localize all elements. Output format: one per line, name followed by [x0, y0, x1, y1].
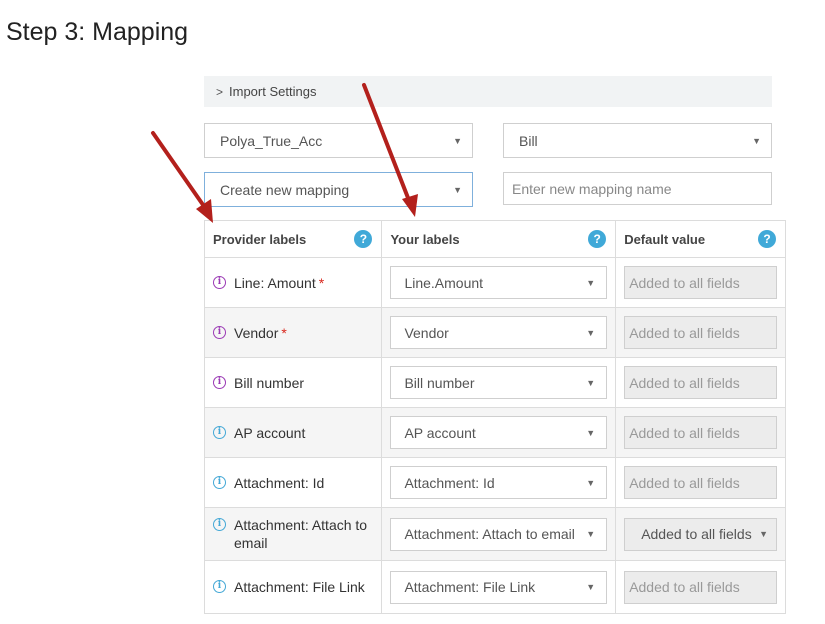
default-value-text: Added to all fields — [641, 526, 752, 542]
info-circle-icon[interactable]: i — [213, 275, 226, 289]
table-row: i Attachment: Id Attachment: Id ▼ Added to… — [203, 457, 786, 508]
caret-down-icon: ▼ — [582, 529, 596, 539]
your-label-value: Vendor — [404, 324, 449, 341]
mapping-select-value: Create new mapping — [220, 181, 350, 198]
header-provider-text: Provider labels — [213, 231, 307, 247]
header-provider-labels: Provider labels ? — [203, 220, 383, 258]
table-row: i AP account AP account ▼ Added to all fie… — [203, 407, 786, 458]
import-settings-toggle[interactable]: > Import Settings — [204, 76, 772, 107]
caret-down-icon: ▼ — [755, 529, 768, 539]
caret-down-icon: ▼ — [582, 582, 596, 592]
caret-down-icon: ▼ — [582, 327, 596, 338]
info-circle-icon[interactable]: i — [213, 375, 226, 389]
annotation-arrow-left — [151, 131, 210, 214]
caret-down-icon: ▼ — [582, 277, 596, 288]
table-row: i Attachment: File Link Attachment: File … — [203, 560, 786, 614]
question-circle-icon[interactable]: ? — [758, 230, 776, 248]
provider-label: Attachment: Attach to email — [234, 517, 368, 551]
caret-down-icon: ▼ — [582, 427, 596, 438]
table-row: i Bill number Bill number ▼ Added to all f… — [203, 357, 786, 408]
your-label-select[interactable]: Attachment: Id ▼ — [390, 466, 608, 499]
provider-label: Vendor — [234, 324, 279, 341]
caret-down-icon: ▼ — [453, 184, 462, 195]
required-marker: * — [318, 274, 325, 291]
entity-select-value: Bill — [519, 132, 538, 149]
provider-label: Bill number — [234, 374, 305, 391]
question-circle-icon[interactable]: ? — [354, 230, 373, 248]
table-row: i Attachment: Attach to email Attachment:… — [203, 507, 786, 561]
mapping-name-input[interactable] — [503, 172, 772, 205]
provider-label: Attachment: Id — [234, 474, 325, 491]
your-label-value: AP account — [404, 424, 476, 441]
caret-down-icon: ▼ — [582, 377, 596, 388]
default-value-field[interactable]: Added to all fields — [624, 570, 777, 604]
header-your-labels: Your labels ? — [381, 220, 617, 258]
provider-label: AP account — [234, 424, 306, 441]
provider-label: Attachment: File Link — [234, 579, 365, 595]
header-default-text: Default value — [624, 231, 706, 247]
table-row: i Line: Amount * Line.Amount ▼ Added to all… — [203, 257, 786, 308]
info-circle-icon[interactable]: i — [213, 325, 226, 339]
info-circle-icon[interactable]: i — [213, 425, 226, 439]
your-label-select[interactable]: Vendor ▼ — [390, 316, 608, 349]
info-circle-icon[interactable]: i — [213, 518, 226, 531]
your-label-value: Line.Amount — [404, 274, 484, 291]
default-value-field[interactable]: Added to all fields — [624, 316, 777, 349]
mapping-table: Provider labels ? Your labels ? Default … — [203, 220, 786, 614]
info-circle-icon[interactable]: i — [213, 580, 226, 593]
your-label-value: Attachment: File Link — [404, 579, 536, 595]
info-circle-icon[interactable]: i — [213, 475, 226, 489]
default-value-field[interactable]: Added to all fields — [624, 266, 777, 299]
chevron-right-icon: > — [216, 84, 224, 99]
caret-down-icon: ▼ — [582, 477, 596, 488]
your-label-value: Attachment: Id — [404, 474, 495, 491]
caret-down-icon: ▼ — [453, 135, 462, 146]
default-value-select[interactable]: Added to all fields ▼ — [624, 517, 777, 551]
your-label-select[interactable]: Attachment: Attach to email ▼ — [390, 517, 608, 551]
account-select-value: Polya_True_Acc — [220, 132, 323, 149]
header-default-value: Default value ? — [615, 220, 786, 258]
default-value-field[interactable]: Added to all fields — [624, 416, 777, 449]
your-label-select[interactable]: Bill number ▼ — [390, 366, 608, 399]
header-yours-text: Your labels — [390, 231, 460, 247]
import-settings-label: Import Settings — [229, 84, 317, 99]
page-title: Step 3: Mapping — [6, 18, 189, 46]
your-label-select[interactable]: Attachment: File Link ▼ — [390, 570, 608, 604]
your-label-select[interactable]: Line.Amount ▼ — [390, 266, 608, 299]
caret-down-icon: ▼ — [752, 135, 761, 146]
question-circle-icon[interactable]: ? — [588, 230, 607, 248]
table-row: i Vendor * Vendor ▼ Added to all fields — [203, 307, 786, 358]
provider-label: Line: Amount — [234, 274, 316, 291]
required-marker: * — [281, 324, 287, 341]
default-value-field[interactable]: Added to all fields — [624, 466, 777, 499]
mapping-select[interactable]: Create new mapping ▼ — [204, 172, 473, 207]
entity-select[interactable]: Bill ▼ — [503, 123, 772, 158]
default-value-field[interactable]: Added to all fields — [624, 366, 777, 399]
your-label-select[interactable]: AP account ▼ — [390, 416, 608, 449]
your-label-value: Attachment: Attach to email — [404, 526, 575, 542]
your-label-value: Bill number — [404, 374, 475, 391]
account-select[interactable]: Polya_True_Acc ▼ — [204, 123, 473, 158]
